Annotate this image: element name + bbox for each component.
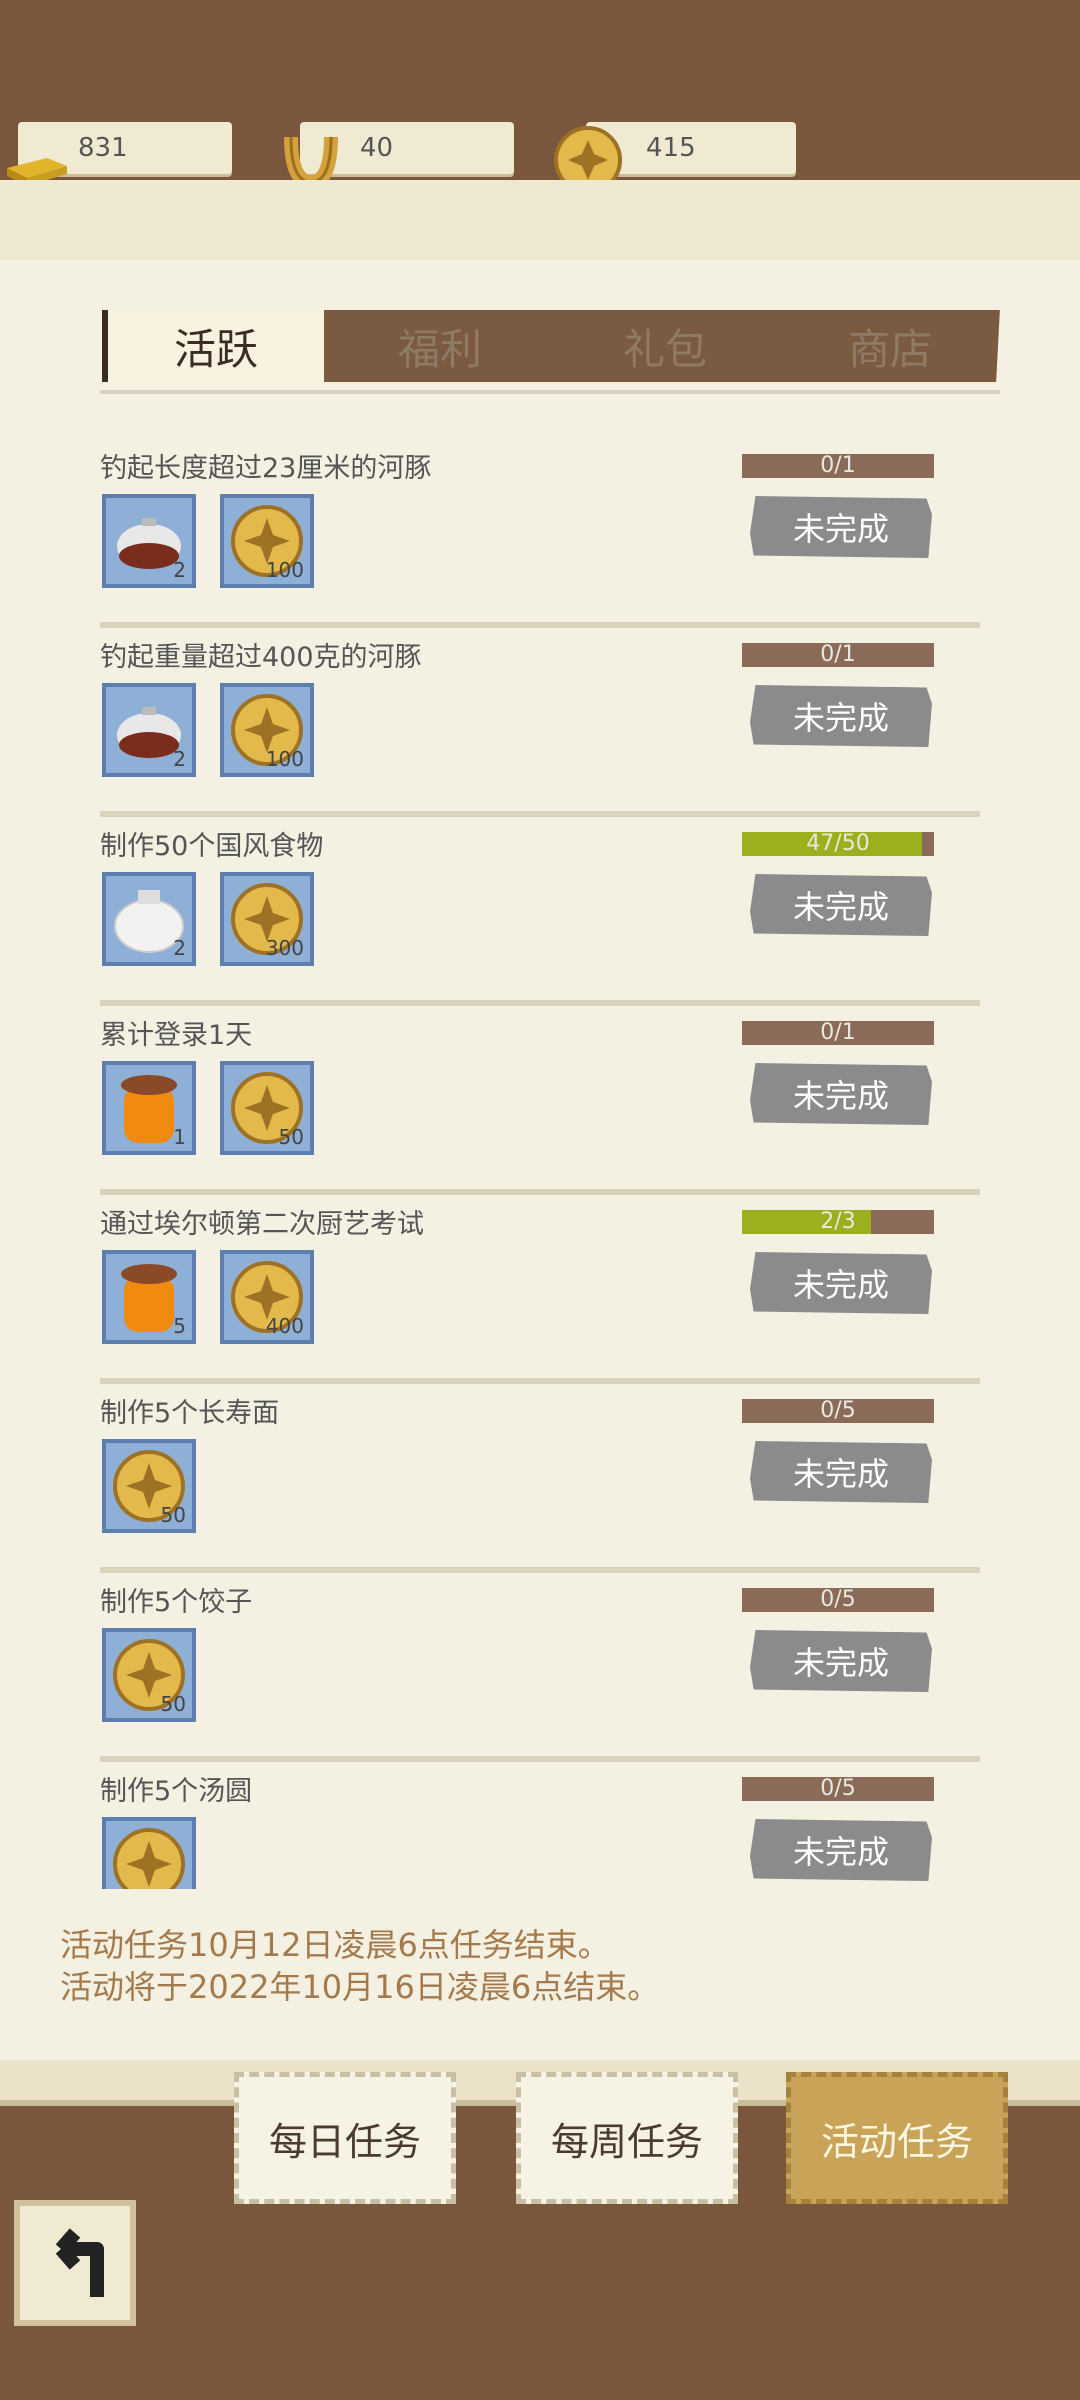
coin-icon — [113, 1828, 185, 1889]
back-button[interactable] — [14, 2200, 136, 2326]
task-title: 钓起重量超过400克的河豚 — [100, 642, 422, 673]
back-arrow-icon — [55, 2228, 104, 2297]
status-button[interactable]: 未完成 — [750, 1819, 932, 1881]
panel-header-strip — [0, 180, 1080, 260]
reward-item[interactable] — [102, 1817, 196, 1889]
row-divider — [100, 1378, 980, 1384]
reward-item[interactable]: 400 — [220, 1250, 314, 1344]
status-button[interactable]: 未完成 — [750, 1441, 932, 1503]
reward-item[interactable]: 50 — [102, 1439, 196, 1533]
status-button[interactable]: 未完成 — [750, 1630, 932, 1692]
row-divider — [100, 811, 980, 817]
progress-bar: 0/1 — [742, 1021, 934, 1045]
reward-item[interactable]: 2 — [102, 494, 196, 588]
item-count: 50 — [160, 1692, 186, 1716]
status-button[interactable]: 未完成 — [750, 685, 932, 747]
progress-text: 0/5 — [820, 1776, 856, 1801]
reward-item[interactable]: 100 — [220, 494, 314, 588]
reward-item[interactable]: 1 — [102, 1061, 196, 1155]
item-count: 2 — [173, 936, 186, 960]
task-row: 通过埃尔顿第二次厨艺考试 2/3 5 400 未完成 — [100, 1202, 980, 1392]
task-title: 累计登录1天 — [100, 1020, 253, 1051]
tab-weekly-tasks[interactable]: 每周任务 — [516, 2072, 738, 2204]
item-count: 1 — [173, 1125, 186, 1149]
progress-text: 47/50 — [806, 831, 870, 856]
item-count: 5 — [173, 1314, 186, 1338]
tab-gift-pack[interactable]: 礼包 — [565, 310, 765, 382]
reward-item[interactable]: 5 — [102, 1250, 196, 1344]
item-count: 2 — [173, 747, 186, 771]
row-divider — [100, 1756, 980, 1762]
status-button[interactable]: 未完成 — [750, 1063, 932, 1125]
gold-bar-icon — [7, 158, 67, 186]
task-row: 制作5个饺子 0/5 50 未完成 — [100, 1580, 980, 1770]
task-title: 通过埃尔顿第二次厨艺考试 — [100, 1209, 424, 1240]
tab-daily-tasks[interactable]: 每日任务 — [234, 2072, 456, 2204]
progress-bar: 0/5 — [742, 1777, 934, 1801]
task-title: 钓起长度超过23厘米的河豚 — [100, 453, 432, 484]
reward-item[interactable]: 50 — [102, 1628, 196, 1722]
status-button[interactable]: 未完成 — [750, 1252, 932, 1314]
item-count: 100 — [265, 558, 304, 582]
task-title: 制作5个饺子 — [100, 1587, 253, 1618]
progress-bar: 0/5 — [742, 1588, 934, 1612]
item-count: 50 — [160, 1503, 186, 1527]
tab-welfare[interactable]: 福利 — [340, 310, 540, 382]
status-button[interactable]: 未完成 — [750, 874, 932, 936]
tab-divider — [100, 390, 1000, 394]
task-row: 制作50个国风食物 47/50 2 300 未完成 — [100, 824, 980, 1014]
progress-text: 0/1 — [820, 1020, 856, 1045]
task-title: 制作50个国风食物 — [100, 831, 324, 862]
tab-shop[interactable]: 商店 — [790, 310, 990, 382]
reward-item[interactable]: 100 — [220, 683, 314, 777]
progress-text: 0/5 — [820, 1398, 856, 1423]
tab-active[interactable]: 活跃 — [108, 310, 324, 382]
progress-bar: 47/50 — [742, 832, 934, 856]
row-divider — [100, 1189, 980, 1195]
progress-text: 0/1 — [820, 642, 856, 667]
reward-item[interactable]: 2 — [102, 872, 196, 966]
row-divider — [100, 1567, 980, 1573]
item-count: 400 — [265, 1314, 304, 1338]
notice-line-2: 活动将于2022年10月16日凌晨6点结束。 — [60, 1968, 660, 2006]
reward-item[interactable]: 50 — [220, 1061, 314, 1155]
item-count: 300 — [265, 936, 304, 960]
item-count: 100 — [265, 747, 304, 771]
progress-text: 2/3 — [820, 1209, 856, 1234]
status-button[interactable]: 未完成 — [750, 496, 932, 558]
progress-text: 0/5 — [820, 1587, 856, 1612]
task-row: 钓起重量超过400克的河豚 0/1 2 100 未完成 — [100, 635, 980, 825]
progress-bar: 0/1 — [742, 454, 934, 478]
task-title: 制作5个汤圆 — [100, 1776, 253, 1807]
task-row: 制作5个长寿面 0/5 50 未完成 — [100, 1391, 980, 1581]
progress-bar: 0/1 — [742, 643, 934, 667]
tab-event-tasks[interactable]: 活动任务 — [786, 2072, 1008, 2204]
notice-line-1: 活动任务10月12日凌晨6点任务结束。 — [60, 1926, 610, 1964]
progress-text: 0/1 — [820, 453, 856, 478]
item-count: 2 — [173, 558, 186, 582]
task-row: 钓起长度超过23厘米的河豚 0/1 2 100 未完成 — [100, 446, 980, 636]
item-count: 50 — [278, 1125, 304, 1149]
task-row: 累计登录1天 0/1 1 50 未完成 — [100, 1013, 980, 1203]
progress-bar: 0/5 — [742, 1399, 934, 1423]
task-row: 制作5个汤圆 0/5 未完成 — [100, 1769, 980, 1889]
row-divider — [100, 622, 980, 628]
reward-item[interactable]: 300 — [220, 872, 314, 966]
task-title: 制作5个长寿面 — [100, 1398, 280, 1429]
progress-bar: 2/3 — [742, 1210, 934, 1234]
reward-item[interactable]: 2 — [102, 683, 196, 777]
row-divider — [100, 1000, 980, 1006]
